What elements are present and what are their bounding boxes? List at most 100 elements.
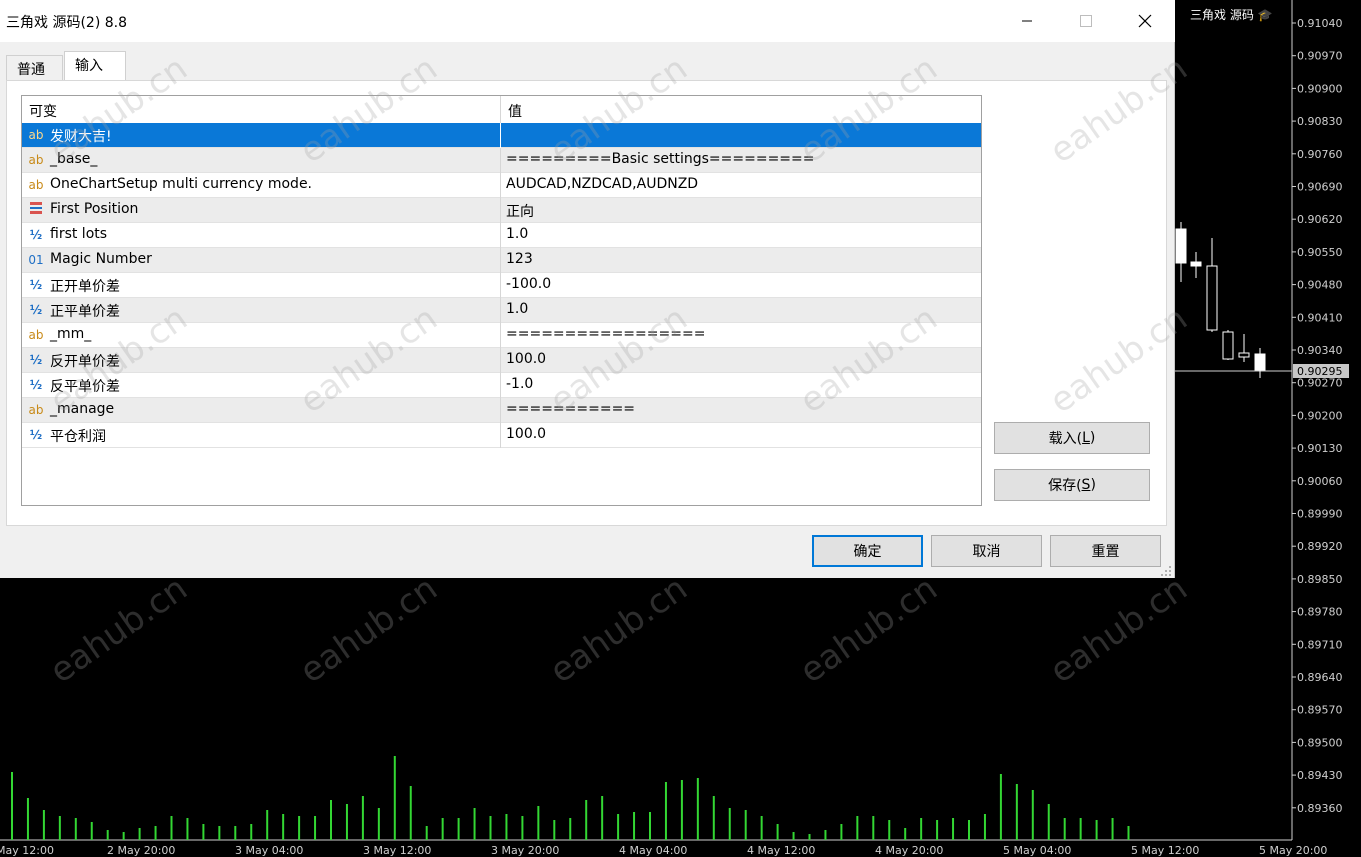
time-label: 3 May 20:00: [491, 844, 559, 857]
double-type-icon: ½: [29, 303, 43, 317]
enum-type-icon: [26, 201, 46, 219]
param-value[interactable]: AUDCAD,NZDCAD,AUDNZD: [506, 176, 698, 192]
load-button-end: ): [1089, 430, 1096, 446]
param-row[interactable]: ab OneChartSetup multi currency mode. AUDC…: [22, 173, 981, 198]
cell-separator: [500, 248, 501, 273]
param-row[interactable]: 01 Magic Number 123: [22, 248, 981, 273]
param-name: _base_: [50, 151, 98, 167]
double-type-icon: ½: [29, 353, 43, 367]
param-row[interactable]: ½ 正平单价差 1.0: [22, 298, 981, 323]
price-level-label: 0.89710: [1297, 638, 1343, 651]
price-level-label: 0.90550: [1297, 246, 1343, 259]
cell-separator: [500, 398, 501, 423]
cell-separator: [500, 148, 501, 173]
param-name: OneChartSetup multi currency mode.: [50, 176, 313, 192]
param-row[interactable]: ½ 反平单价差 -1.0: [22, 373, 981, 398]
param-row[interactable]: ½ 平仓利润 100.0: [22, 423, 981, 448]
cell-separator: [500, 273, 501, 298]
price-level-label: 0.89430: [1297, 769, 1343, 782]
time-label: 4 May 04:00: [619, 844, 687, 857]
param-value[interactable]: ===========: [506, 401, 635, 417]
save-button[interactable]: 保存(S): [994, 469, 1150, 501]
tab-common[interactable]: 普通: [6, 55, 63, 81]
param-value[interactable]: =================: [506, 326, 705, 342]
price-level-label: 0.89640: [1297, 671, 1343, 684]
price-level-label: 0.90620: [1297, 213, 1343, 226]
ab-icon: ab: [28, 403, 44, 417]
param-value[interactable]: 123: [506, 251, 533, 267]
close-icon[interactable]: [1116, 0, 1174, 42]
param-row[interactable]: ab 发财大吉!: [22, 123, 981, 148]
load-button[interactable]: 载入(L): [994, 422, 1150, 454]
column-header-value[interactable]: 值: [508, 101, 522, 121]
param-row[interactable]: ab _mm_ =================: [22, 323, 981, 348]
param-value[interactable]: 正向: [506, 201, 534, 221]
double-type-icon: ½: [29, 278, 43, 292]
load-button-label: 载入(: [1048, 431, 1083, 447]
grid-header: 可变 值: [22, 96, 981, 124]
param-value[interactable]: -100.0: [506, 276, 551, 292]
cell-separator: [500, 223, 501, 248]
param-value[interactable]: 1.0: [506, 226, 528, 242]
double-type-icon: ½: [29, 378, 43, 392]
column-header-variable[interactable]: 可变: [29, 101, 57, 121]
time-label: 5 May 04:00: [1003, 844, 1071, 857]
dialog-title: 三角戏 源码(2) 8.8: [6, 15, 127, 31]
param-name: first lots: [50, 226, 108, 242]
price-level-label: 0.89920: [1297, 540, 1343, 553]
minimize-icon[interactable]: [998, 0, 1056, 42]
cell-separator: [500, 348, 501, 373]
param-value[interactable]: 100.0: [506, 426, 546, 442]
param-value[interactable]: 1.0: [506, 301, 528, 317]
maximize-icon: [1057, 0, 1115, 42]
param-name: 正平单价差: [50, 304, 120, 320]
price-level-label: 0.89850: [1297, 573, 1343, 586]
price-level-label: 0.90410: [1297, 311, 1343, 324]
param-row[interactable]: ½ first lots 1.0: [22, 223, 981, 248]
param-value[interactable]: 100.0: [506, 351, 546, 367]
cell-separator: [500, 173, 501, 198]
resize-grip-icon[interactable]: [1160, 565, 1172, 577]
time-label: 3 May 04:00: [235, 844, 303, 857]
cell-separator: [500, 323, 501, 348]
cell-separator: [500, 423, 501, 448]
graduation-cap-icon: 🎓: [1257, 8, 1273, 22]
ab-icon: ab: [28, 128, 44, 142]
param-row[interactable]: ab _base_ =========Basic settings=========: [22, 148, 981, 173]
param-name: _mm_: [50, 326, 92, 342]
properties-dialog: 三角戏 源码(2) 8.8 普通 输入 可变 值 ab 发财大吉! ab _base_…: [0, 0, 1175, 578]
price-level-label: 0.91040: [1297, 17, 1343, 30]
cancel-button[interactable]: 取消: [931, 535, 1042, 567]
ab-icon: ab: [28, 178, 44, 192]
param-name: 反开单价差: [50, 354, 120, 370]
price-level-label: 0.89570: [1297, 704, 1343, 717]
price-level-label: 0.90690: [1297, 181, 1343, 194]
param-value[interactable]: =========Basic settings=========: [506, 151, 815, 167]
reset-button[interactable]: 重置: [1050, 535, 1161, 567]
tab-inputs[interactable]: 输入: [64, 51, 126, 81]
time-label: 4 May 12:00: [747, 844, 815, 857]
price-level-label: 0.89500: [1297, 736, 1343, 749]
param-row[interactable]: ab _manage ===========: [22, 398, 981, 423]
ok-button[interactable]: 确定: [812, 535, 923, 567]
double-type-icon: ½: [29, 428, 43, 442]
save-button-label: 保存(: [1048, 478, 1082, 494]
chart-symbol-title: 三角戏 源码: [1190, 8, 1254, 22]
param-row[interactable]: First Position 正向: [22, 198, 981, 223]
param-row[interactable]: ½ 反开单价差 100.0: [22, 348, 981, 373]
param-value[interactable]: -1.0: [506, 376, 533, 392]
param-name: 正开单价差: [50, 279, 120, 295]
price-level-label: 0.90060: [1297, 475, 1343, 488]
param-row[interactable]: ½ 正开单价差 -100.0: [22, 273, 981, 298]
price-level-label: 0.89780: [1297, 606, 1343, 619]
load-button-key: L: [1082, 430, 1090, 446]
save-button-key: S: [1081, 477, 1091, 493]
dialog-titlebar[interactable]: 三角戏 源码(2) 8.8: [0, 0, 1175, 42]
price-level-label: 0.90270: [1297, 377, 1343, 390]
ab-icon: ab: [28, 328, 44, 342]
time-label: 5 May 12:00: [1131, 844, 1199, 857]
price-level-label: 0.90900: [1297, 82, 1343, 95]
param-name: First Position: [50, 201, 139, 217]
column-separator[interactable]: [500, 96, 501, 123]
param-name: 发财大吉!: [50, 129, 112, 145]
